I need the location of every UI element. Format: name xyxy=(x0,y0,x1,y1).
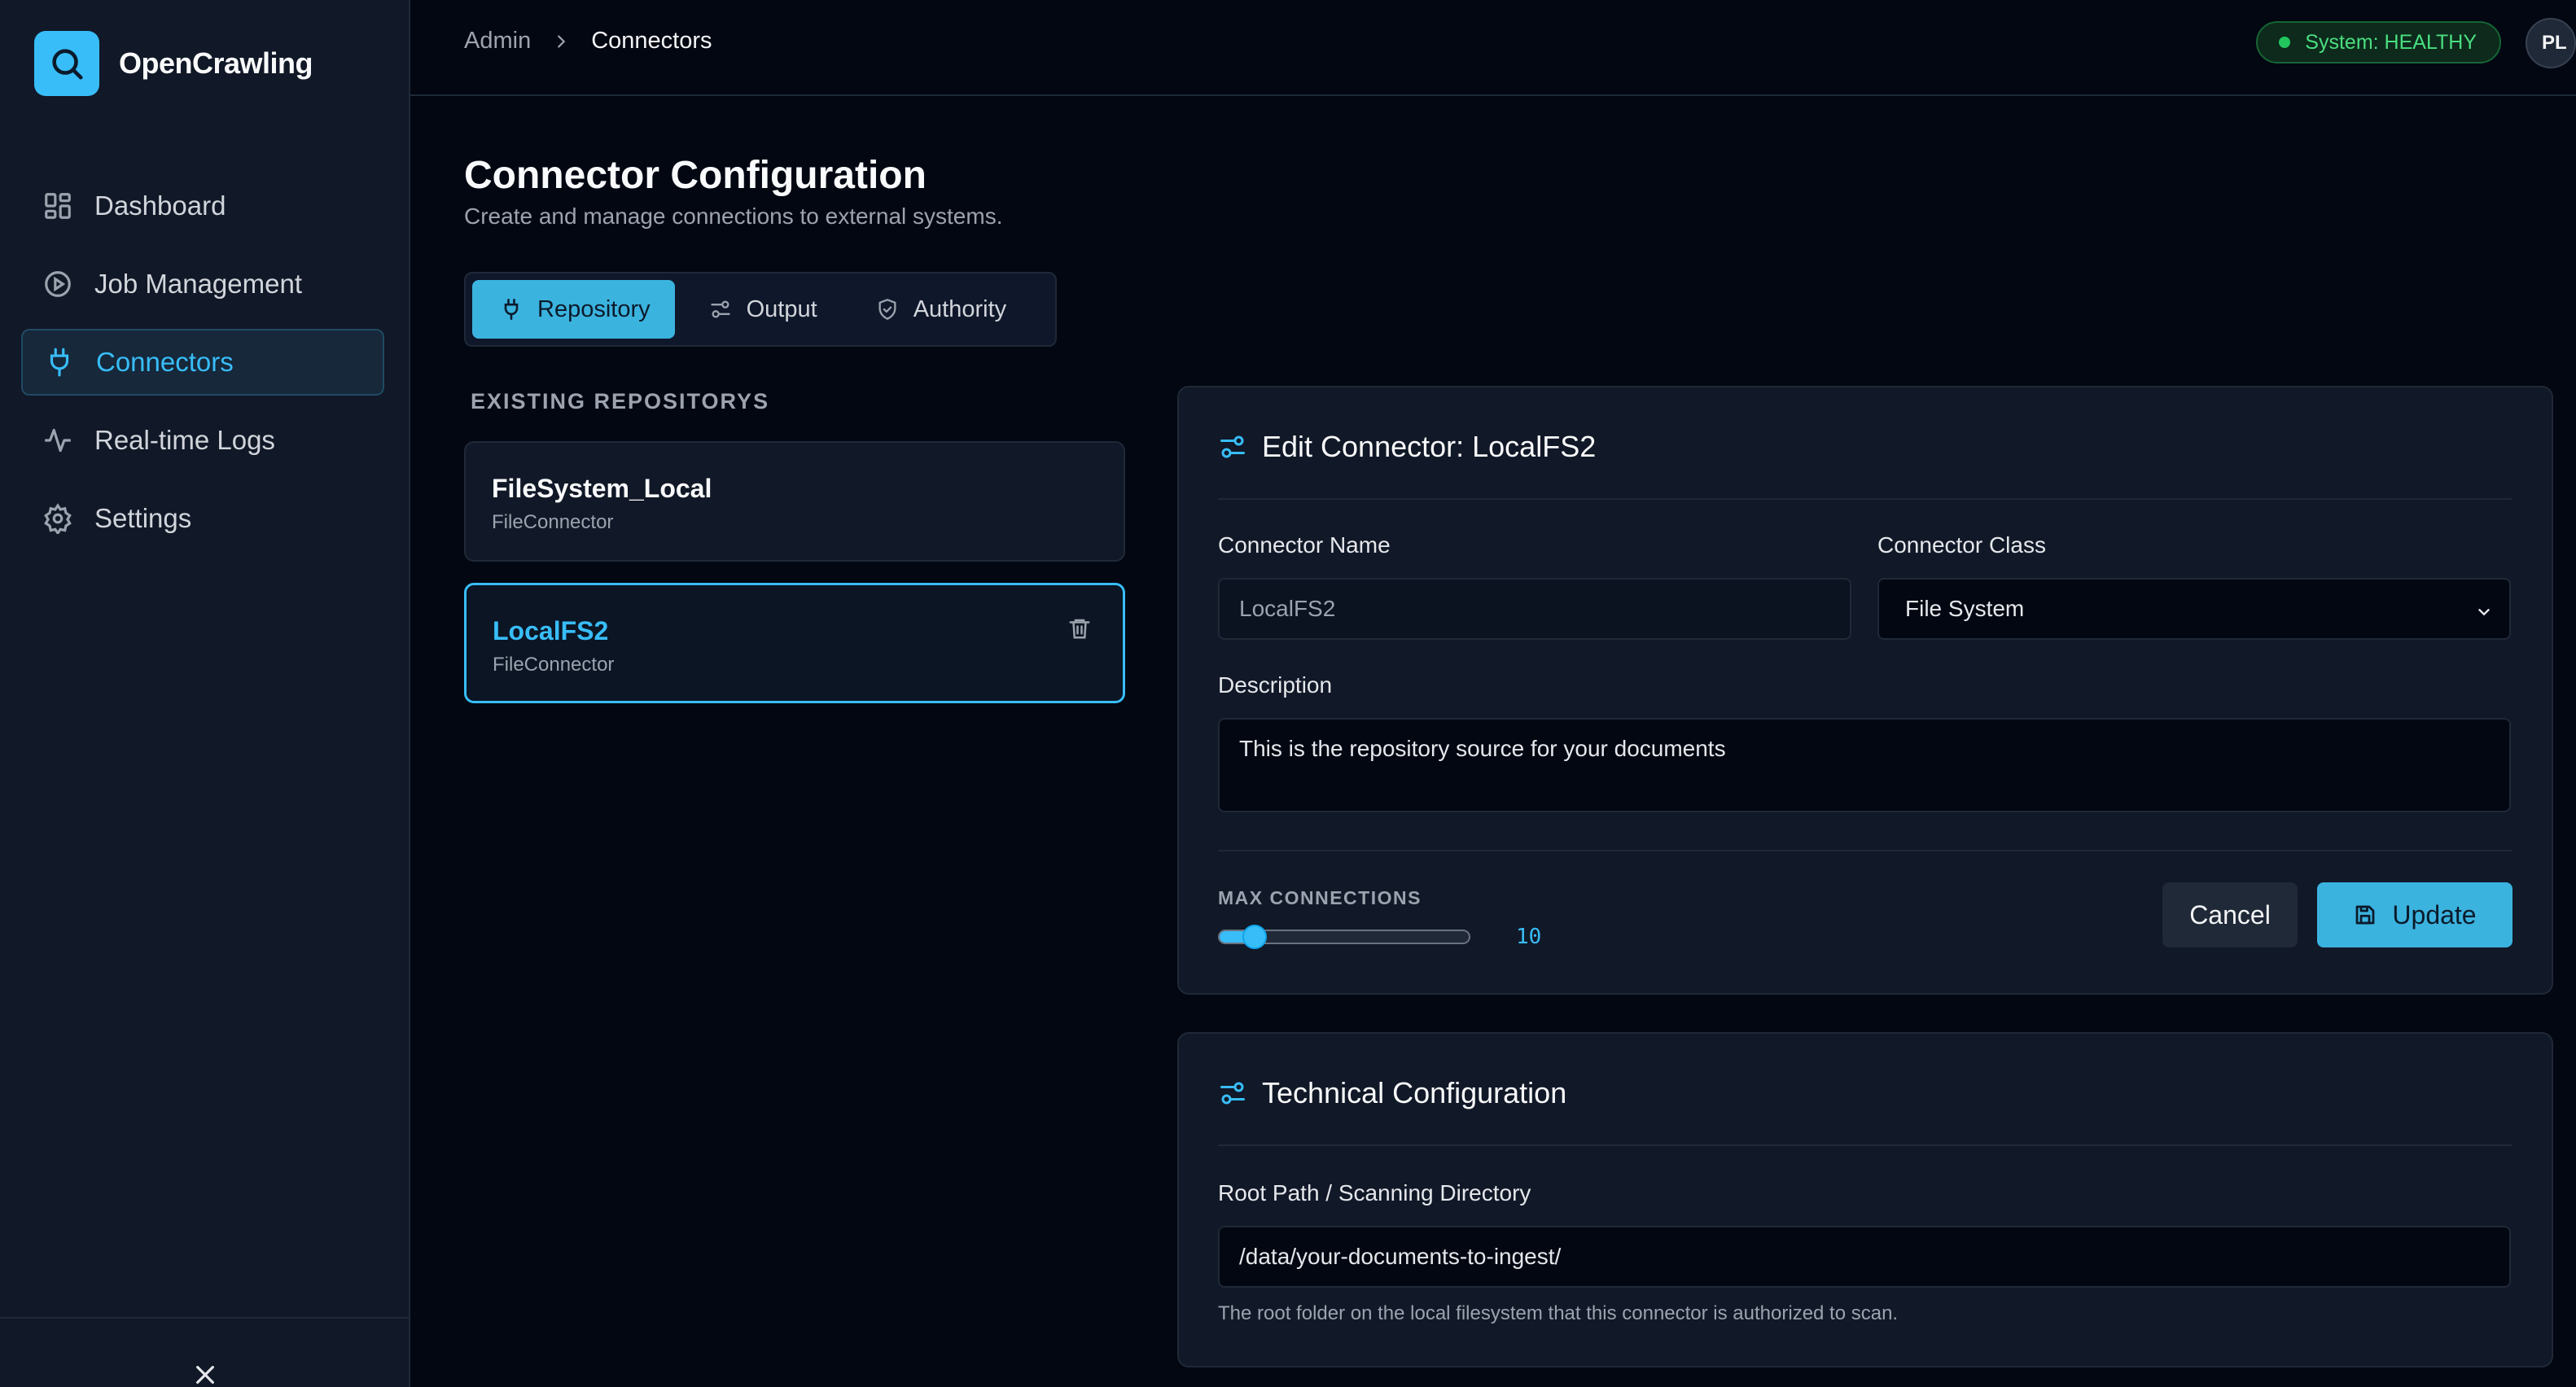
sidebar-item-label: Dashboard xyxy=(94,190,226,221)
sidebar-item-settings[interactable]: Settings xyxy=(21,485,384,552)
sidebar-footer xyxy=(0,1317,410,1387)
breadcrumb-current: Connectors xyxy=(591,28,712,54)
repository-name: LocalFS2 xyxy=(493,616,609,645)
divider xyxy=(1218,1144,2512,1146)
status-badge: System: HEALTHY xyxy=(2256,21,2501,63)
panel-title: Edit Connector: LocalFS2 xyxy=(1262,430,1597,463)
update-button-label: Update xyxy=(2392,899,2477,930)
root-path-label: Root Path / Scanning Directory xyxy=(1218,1180,1531,1205)
tab-authority[interactable]: Authority xyxy=(848,280,1031,339)
section-label-existing-repositories: EXISTING REPOSITORYS xyxy=(471,389,770,413)
description-label: Description xyxy=(1218,672,1333,698)
root-path-help: The root folder on the local filesystem … xyxy=(1218,1302,1899,1324)
tab-label: Repository xyxy=(537,295,651,322)
breadcrumb: Admin Connectors xyxy=(464,28,712,55)
page-subtitle: Create and manage connections to externa… xyxy=(464,203,1003,229)
connector-type-tabs: Repository Output Authority xyxy=(464,272,1057,347)
gear-icon xyxy=(41,501,75,536)
cancel-button[interactable]: Cancel xyxy=(2162,882,2298,947)
sidebar-item-connectors[interactable]: Connectors xyxy=(21,329,384,396)
sliders-icon xyxy=(1218,432,1247,462)
sliders-icon xyxy=(709,298,732,321)
sidebar-item-label: Connectors xyxy=(96,347,234,377)
connector-name-label: Connector Name xyxy=(1218,532,1391,558)
save-icon xyxy=(2353,903,2377,927)
panel-title: Technical Configuration xyxy=(1262,1076,1567,1109)
tab-label: Authority xyxy=(913,295,1007,322)
max-connections-value: 10 xyxy=(1516,925,1542,949)
repository-class: FileConnector xyxy=(493,654,615,676)
slider-thumb[interactable] xyxy=(1242,925,1267,949)
repository-name: FileSystem_Local xyxy=(492,474,712,503)
tab-output[interactable]: Output xyxy=(681,280,842,339)
divider xyxy=(1218,850,2512,851)
sidebar-item-dashboard[interactable]: Dashboard xyxy=(21,173,384,239)
technical-configuration-panel: Technical Configuration Root Path / Scan… xyxy=(1177,1032,2553,1367)
dashboard-icon xyxy=(41,189,75,223)
shield-check-icon xyxy=(876,298,899,321)
sliders-icon xyxy=(1218,1079,1247,1108)
status-text: System: HEALTHY xyxy=(2305,30,2477,54)
play-circle-icon xyxy=(41,267,75,301)
chevron-down-icon xyxy=(2475,601,2493,627)
activity-icon xyxy=(41,423,75,457)
brand-name: OpenCrawling xyxy=(119,46,313,80)
search-icon xyxy=(34,31,99,96)
root-path-input[interactable]: /data/your-documents-to-ingest/ xyxy=(1218,1226,2511,1288)
brand[interactable]: OpenCrawling xyxy=(34,31,313,96)
panel-header: Technical Configuration xyxy=(1218,1076,1566,1110)
sidebar-item-label: Settings xyxy=(94,503,192,533)
connector-class-select[interactable]: File System xyxy=(1877,578,2511,640)
max-connections-label: MAX CONNECTIONS xyxy=(1218,887,1422,908)
repository-class: FileConnector xyxy=(492,511,614,533)
sidebar-item-label: Real-time Logs xyxy=(94,425,275,455)
repository-card-selected[interactable]: LocalFS2 FileConnector xyxy=(464,583,1125,703)
plug-icon xyxy=(500,298,523,321)
connector-class-label: Connector Class xyxy=(1877,532,2046,558)
breadcrumb-admin[interactable]: Admin xyxy=(464,28,531,55)
chevron-right-icon xyxy=(552,33,570,50)
sidebar-item-job-management[interactable]: Job Management xyxy=(21,251,384,317)
connector-class-value: File System xyxy=(1905,596,2025,621)
trash-icon[interactable] xyxy=(1067,616,1092,645)
description-value: This is the repository source for your d… xyxy=(1239,736,1726,761)
plug-icon xyxy=(42,345,77,379)
sidebar-item-realtime-logs[interactable]: Real-time Logs xyxy=(21,407,384,474)
tab-repository[interactable]: Repository xyxy=(472,280,675,339)
connector-name-input[interactable]: LocalFS2 xyxy=(1218,578,1851,640)
status-dot-icon xyxy=(2279,37,2291,48)
panel-header: Edit Connector: LocalFS2 xyxy=(1218,430,1596,464)
repository-card[interactable]: FileSystem_Local FileConnector xyxy=(464,441,1125,562)
sidebar-nav: Dashboard Job Management Connectors Real… xyxy=(21,173,384,563)
sidebar-item-label: Job Management xyxy=(94,269,302,299)
tab-label: Output xyxy=(746,295,817,322)
update-button[interactable]: Update xyxy=(2317,882,2512,947)
avatar[interactable]: PL xyxy=(2526,18,2576,68)
page-title: Connector Configuration xyxy=(464,154,927,197)
divider xyxy=(1218,498,2512,500)
edit-connector-panel: Edit Connector: LocalFS2 Connector Name … xyxy=(1177,386,2553,995)
max-connections-slider[interactable] xyxy=(1218,925,1470,949)
close-icon[interactable] xyxy=(192,1362,218,1387)
sidebar: OpenCrawling Dashboard Job Management Co… xyxy=(0,0,410,1387)
description-textarea[interactable]: This is the repository source for your d… xyxy=(1218,718,2511,812)
topbar: Admin Connectors System: HEALTHY PL xyxy=(410,0,2576,96)
